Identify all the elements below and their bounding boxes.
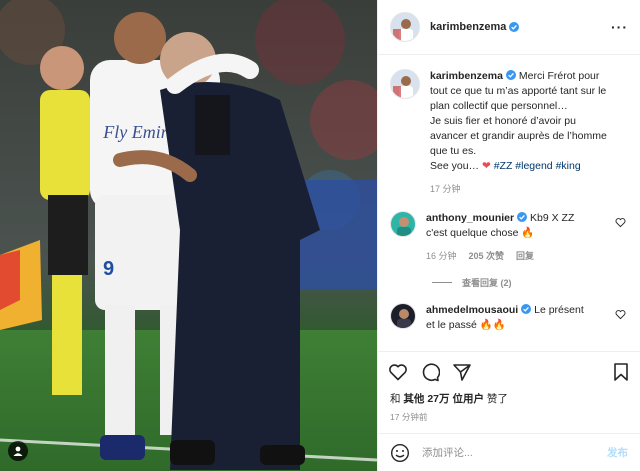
caption-line: Je suis fier et honoré d’avoir pu (430, 115, 576, 127)
caption-body: karimbenzema Merci Frérot pour tout ce q… (430, 69, 628, 197)
comment-input[interactable]: 添加评论... (422, 445, 607, 460)
caption-line: tout ce que tu m’as apporté tant sur le (430, 85, 607, 97)
view-replies-button[interactable]: 查看回复 (2) (432, 276, 628, 289)
commenter-username[interactable]: anthony_mounier (426, 212, 514, 224)
comment-item: anthony_mounier Kb9 X ZZ c'est quelque c… (390, 211, 628, 264)
author-username[interactable]: karimbenzema (430, 21, 506, 33)
author-avatar-image (391, 13, 419, 41)
likes-summary[interactable]: 和 其他 27万 位用户 赞了 (378, 391, 640, 407)
shirt-number: 9 (103, 258, 114, 280)
tagged-users-button[interactable] (8, 441, 28, 461)
likes-users: 位用户 (452, 393, 484, 405)
like-comment-heart-icon[interactable] (615, 217, 626, 228)
comment-body: ahmedelmousaoui Le présent et le passé 🔥… (426, 303, 628, 333)
emoji-smiley-icon[interactable] (390, 443, 410, 463)
view-replies-label: 查看回复 (2) (462, 278, 512, 288)
comment-likes[interactable]: 205 次赞 (469, 249, 505, 264)
more-options-icon[interactable]: ··· (611, 19, 628, 35)
like-heart-icon[interactable] (388, 362, 408, 382)
comment-item: ahmedelmousaoui Le présent et le passé 🔥… (390, 303, 628, 333)
comment-timestamp[interactable]: 16 分钟 (426, 249, 457, 264)
verified-badge-icon (509, 22, 520, 32)
caption-line: avancer et grandir auprès de l’homme (430, 130, 607, 142)
likes-prefix: 和 (390, 393, 401, 405)
hashtag-link[interactable]: #legend (515, 160, 552, 172)
caption-meta: 17 分钟 (430, 182, 628, 197)
verified-badge-icon (517, 212, 528, 222)
post-comment-button[interactable]: 发布 (607, 445, 628, 460)
reply-button[interactable]: 回复 (516, 249, 534, 264)
likes-count: 27万 (427, 393, 450, 405)
commenter-avatar[interactable] (390, 211, 416, 237)
add-comment-bar: 添加评论... 发布 (378, 433, 640, 471)
instagram-post: Fly Emirates 9 karimbenzema ··· karimben… (0, 0, 640, 471)
replies-divider (432, 282, 452, 283)
commenter-avatar-image (391, 212, 415, 236)
photo-scene: Fly Emirates 9 (0, 0, 377, 471)
caption-line: See you… (430, 160, 482, 172)
caption: karimbenzema Merci Frérot pour tout ce q… (390, 69, 628, 197)
hashtag-link[interactable]: #king (556, 160, 581, 172)
commenter-username[interactable]: ahmedelmousaoui (426, 304, 518, 316)
commenter-avatar-image (391, 304, 415, 328)
comments-section: karimbenzema Merci Frérot pour tout ce q… (378, 55, 640, 351)
comment-text: Kb9 X ZZ (530, 212, 575, 224)
comment-text: et le passé 🔥🔥 (426, 319, 506, 331)
caption-line: Merci Frérot pour (518, 70, 600, 82)
caption-timestamp[interactable]: 17 分钟 (430, 182, 461, 197)
author-avatar[interactable] (390, 12, 420, 42)
comment-body: anthony_mounier Kb9 X ZZ c'est quelque c… (426, 211, 628, 264)
save-bookmark-icon[interactable] (612, 362, 630, 382)
post-actions-bar (378, 351, 640, 391)
caption-line: plan collectif que personnel… (430, 100, 568, 112)
verified-badge-icon (505, 70, 516, 80)
caption-line: que tu es. (430, 145, 477, 157)
caption-username[interactable]: karimbenzema (430, 70, 503, 82)
verified-badge-icon (521, 304, 532, 314)
share-paper-plane-icon[interactable] (452, 362, 472, 382)
likes-others: 其他 (403, 393, 425, 405)
comment-meta: 16 分钟 205 次赞 回复 (426, 249, 608, 264)
red-heart-emoji: ❤ (481, 160, 491, 172)
likes-suffix: 赞了 (486, 393, 508, 405)
caption-avatar[interactable] (390, 69, 420, 99)
hashtag-link[interactable]: #ZZ (494, 160, 513, 172)
post-header: karimbenzema ··· (378, 0, 640, 55)
comment-text: Le présent (534, 304, 584, 316)
comment-bubble-icon[interactable] (420, 362, 440, 382)
comment-text: c'est quelque chose 🔥 (426, 227, 535, 239)
post-side-panel: karimbenzema ··· karimbenzema Merci Frér… (377, 0, 640, 471)
post-timestamp[interactable]: 17 分钟前 (378, 407, 640, 433)
commenter-avatar[interactable] (390, 303, 416, 329)
post-photo[interactable]: Fly Emirates 9 (0, 0, 377, 471)
like-comment-heart-icon[interactable] (615, 309, 626, 320)
caption-avatar-image (391, 70, 419, 98)
person-icon (13, 446, 23, 456)
